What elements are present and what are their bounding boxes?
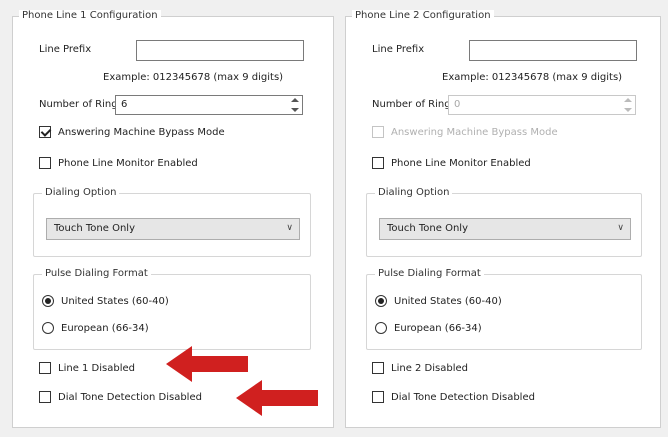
checkbox-disabled-icon[interactable] — [372, 126, 384, 138]
line1-rings-stepper[interactable]: 6 — [115, 95, 303, 115]
line2-monitor-checkbox[interactable]: Phone Line Monitor Enabled — [372, 157, 531, 169]
line2-pulse-us-radio[interactable]: United States (60-40) — [375, 295, 502, 307]
line2-disabled-label: Line 2 Disabled — [391, 362, 469, 374]
line1-example-text: Example: 012345678 (max 9 digits) — [103, 72, 284, 83]
line2-dialing-option-select[interactable]: Touch Tone Only ∨ — [379, 218, 631, 240]
checkbox-icon[interactable] — [39, 157, 51, 169]
line1-dial-tone-label: Dial Tone Detection Disabled — [58, 391, 202, 403]
line1-pulse-us-radio[interactable]: United States (60-40) — [42, 295, 169, 307]
line1-monitor-checkbox[interactable]: Phone Line Monitor Enabled — [39, 157, 198, 169]
line2-config-title: Phone Line 2 Configuration — [352, 10, 494, 21]
line2-pulse-format-title: Pulse Dialing Format — [375, 268, 484, 279]
line1-dialing-option-select[interactable]: Touch Tone Only ∨ — [46, 218, 300, 240]
radio-selected-icon[interactable] — [375, 295, 387, 307]
line1-config-title: Phone Line 1 Configuration — [19, 10, 161, 21]
line2-rings-value: 0 — [454, 99, 461, 110]
chevron-down-icon: ∨ — [617, 223, 624, 233]
line2-prefix-label: Line Prefix — [372, 44, 425, 55]
checkbox-checked-icon[interactable] — [39, 126, 51, 138]
radio-selected-icon[interactable] — [42, 295, 54, 307]
line1-answering-bypass-label: Answering Machine Bypass Mode — [58, 126, 225, 138]
line1-pulse-eu-radio[interactable]: European (66-34) — [42, 322, 149, 334]
line1-rings-label: Number of Rings — [39, 99, 123, 110]
line1-dialing-option-value: Touch Tone Only — [54, 223, 135, 234]
line2-prefix-input[interactable] — [469, 40, 637, 61]
line1-pulse-eu-label: European (66-34) — [61, 322, 149, 334]
line2-rings-label: Number of Rings — [372, 99, 456, 110]
line2-config-group: Phone Line 2 Configuration Line Prefix E… — [345, 10, 661, 428]
line1-prefix-label: Line Prefix — [39, 44, 92, 55]
line2-dial-tone-label: Dial Tone Detection Disabled — [391, 391, 535, 403]
line2-pulse-eu-label: European (66-34) — [394, 322, 482, 334]
radio-icon[interactable] — [42, 322, 54, 334]
line2-dial-tone-checkbox[interactable]: Dial Tone Detection Disabled — [372, 391, 535, 403]
line2-dialing-option-title: Dialing Option — [375, 187, 453, 198]
line1-dialing-option-group: Dialing Option Touch Tone Only ∨ — [33, 187, 311, 257]
radio-icon[interactable] — [375, 322, 387, 334]
line2-dialing-option-group: Dialing Option Touch Tone Only ∨ — [366, 187, 642, 257]
line2-rings-stepper[interactable]: 0 — [448, 95, 636, 115]
line1-disabled-label: Line 1 Disabled — [58, 362, 136, 374]
line2-pulse-format-group: Pulse Dialing Format United States (60-4… — [366, 268, 642, 350]
line2-answering-bypass-checkbox[interactable]: Answering Machine Bypass Mode — [372, 126, 558, 138]
checkbox-icon[interactable] — [372, 391, 384, 403]
line2-monitor-label: Phone Line Monitor Enabled — [391, 157, 531, 169]
checkbox-icon[interactable] — [372, 157, 384, 169]
line2-disabled-checkbox[interactable]: Line 2 Disabled — [372, 362, 468, 374]
line1-rings-value: 6 — [121, 99, 128, 110]
line2-pulse-eu-radio[interactable]: European (66-34) — [375, 322, 482, 334]
chevron-down-icon: ∨ — [286, 223, 293, 233]
line1-answering-bypass-checkbox[interactable]: Answering Machine Bypass Mode — [39, 126, 225, 138]
line1-dialing-option-title: Dialing Option — [42, 187, 120, 198]
line1-dial-tone-checkbox[interactable]: Dial Tone Detection Disabled — [39, 391, 202, 403]
line2-answering-bypass-label: Answering Machine Bypass Mode — [391, 126, 558, 138]
line1-prefix-input[interactable] — [136, 40, 304, 61]
checkbox-icon[interactable] — [39, 362, 51, 374]
line1-pulse-us-label: United States (60-40) — [61, 295, 169, 307]
line2-example-text: Example: 012345678 (max 9 digits) — [442, 72, 623, 83]
line2-pulse-us-label: United States (60-40) — [394, 295, 502, 307]
line1-monitor-label: Phone Line Monitor Enabled — [58, 157, 198, 169]
line2-dialing-option-value: Touch Tone Only — [387, 223, 468, 234]
line1-pulse-format-group: Pulse Dialing Format United States (60-4… — [33, 268, 311, 350]
checkbox-icon[interactable] — [372, 362, 384, 374]
spin-arrows-icon[interactable] — [290, 98, 300, 112]
red-arrow-icon — [236, 380, 318, 416]
line1-disabled-checkbox[interactable]: Line 1 Disabled — [39, 362, 135, 374]
line1-pulse-format-title: Pulse Dialing Format — [42, 268, 151, 279]
checkbox-icon[interactable] — [39, 391, 51, 403]
spin-arrows-icon[interactable] — [623, 98, 633, 112]
